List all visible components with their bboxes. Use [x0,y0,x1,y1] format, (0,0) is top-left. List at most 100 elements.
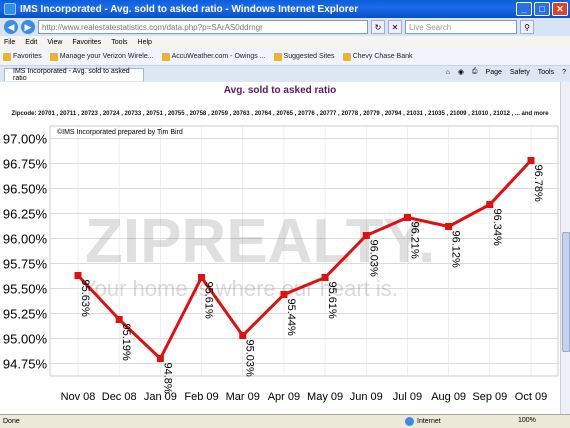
favorite-item-accuweather[interactable]: AccuWeather.com - Owings ... [161,52,266,61]
line-chart: ZIPREALTY. Your home is where our heart … [3,125,559,403]
status-bar: Done Internet 100% [0,414,570,428]
x-tick-label: Aug 09 [431,391,466,403]
page-icon [49,52,58,61]
data-label: 95.61% [326,282,338,320]
favorites-button[interactable]: Favorites [3,52,42,61]
forward-button[interactable]: ▶ [21,20,35,34]
command-bar: ⌂ ◉ ⎙ Page Safety Tools ? [446,68,566,76]
x-tick-label: Jun 09 [350,391,383,403]
safety-menu[interactable]: Safety [510,69,530,76]
window-title: IMS Incorporated - Avg. sold to asked ra… [20,3,359,15]
favorites-bar: Favorites Manage your Verizon Wirele... … [0,48,570,66]
menu-help[interactable]: Help [138,39,152,46]
menu-edit[interactable]: Edit [25,39,37,46]
favorite-item-verizon[interactable]: Manage your Verizon Wirele... [49,52,154,61]
data-label: 95.19% [120,324,132,362]
data-label: 95.63% [79,280,91,318]
data-point [74,272,82,279]
menu-tools[interactable]: Tools [111,39,127,46]
y-tick-label: 95.00% [3,332,48,347]
data-point [280,291,288,298]
x-tick-label: Mar 09 [226,391,260,403]
tab-label: IMS Incorporated - Avg. sold to asked ra… [13,67,130,82]
print-icon[interactable]: ⎙ [472,68,478,76]
menu-favorites[interactable]: Favorites [72,39,101,46]
data-label: 96.03% [367,240,379,278]
back-button[interactable]: ◀ [4,20,18,34]
page-content: Avg. sold to asked ratio Zipcode: 20701 … [0,82,560,414]
globe-icon [405,417,414,426]
page-menu[interactable]: Page [486,69,502,76]
x-tick-label: Apr 09 [268,391,300,403]
data-point [198,274,206,281]
search-input[interactable]: Live Search [405,20,517,34]
y-tick-label: 96.50% [3,182,48,197]
favorite-label: Chevy Chase Bank [352,53,413,60]
x-tick-label: May 09 [307,391,343,403]
data-point [239,332,247,339]
data-point [445,223,453,230]
address-bar: ◀ ▶ http://www.realestatestatistics.com/… [0,18,570,36]
scrollbar-thumb[interactable] [562,232,570,352]
data-label: 95.03% [244,340,256,378]
data-label: 96.12% [450,231,462,269]
zip-realty-watermark: ZIPREALTY. Your home is where our heart … [82,207,435,301]
data-point [156,355,164,362]
x-tick-label: Sep 09 [472,391,507,403]
search-icon[interactable]: ⚲ [520,20,534,34]
y-tick-label: 96.75% [3,157,48,172]
stop-button[interactable]: ✕ [388,20,402,34]
data-point [486,201,494,208]
y-tick-label: 95.25% [3,307,48,322]
vertical-scrollbar[interactable] [560,82,570,414]
menu-file[interactable]: File [4,39,15,46]
data-label: 96.78% [532,165,544,203]
tools-menu[interactable]: Tools [538,69,554,76]
x-tick-label: Oct 09 [515,391,547,403]
help-icon[interactable]: ? [562,69,566,76]
tab-bar: IMS Incorporated - Avg. sold to asked ra… [0,66,570,82]
favorites-label: Favorites [13,53,42,60]
favorite-label: AccuWeather.com - Owings ... [171,53,266,60]
close-button[interactable]: ✕ [552,2,568,16]
y-tick-label: 95.75% [3,257,48,272]
data-point [527,157,535,164]
url-field[interactable]: http://www.realestatestatistics.com/data… [38,20,368,34]
security-zone: Internet [405,417,441,426]
window-title-bar: IMS Incorporated - Avg. sold to asked ra… [0,0,570,18]
y-tick-label: 96.25% [3,207,48,222]
data-point [115,316,123,323]
data-point [321,274,329,281]
chart-credit: ©IMS Incorporated prepared by Tim Bird [57,128,183,136]
page-icon [161,52,170,61]
data-label: 95.44% [285,299,297,337]
watermark-brand: ZIPREALTY. [85,207,435,276]
ie-icon [4,3,16,15]
menu-view[interactable]: View [47,39,62,46]
favorite-item-chevy-chase[interactable]: Chevy Chase Bank [342,52,413,61]
minimize-button[interactable]: _ [516,2,532,16]
page-icon [273,52,282,61]
y-tick-label: 94.75% [3,357,48,372]
data-label: 96.34% [491,209,503,247]
data-label: 95.61% [203,282,215,320]
x-tick-label: Feb 09 [184,391,218,403]
feed-icon[interactable]: ◉ [458,68,464,76]
maximize-button[interactable]: □ [534,2,550,16]
page-title: Avg. sold to asked ratio [223,85,337,96]
data-point [403,214,411,221]
zoom-level[interactable]: 100% [518,417,536,424]
window-controls: _ □ ✕ [516,2,568,16]
zone-label: Internet [417,418,441,425]
zipcode-list: Zipcode: 20701 , 20711 , 20723 , 20724 ,… [11,111,549,117]
tab-ims[interactable]: IMS Incorporated - Avg. sold to asked ra… [4,67,144,82]
y-tick-label: 95.50% [3,282,48,297]
y-tick-label: 96.00% [3,232,48,247]
favorite-item-suggested-sites[interactable]: Suggested Sites [273,52,335,61]
x-tick-label: Nov 08 [61,391,96,403]
home-icon[interactable]: ⌂ [446,69,450,76]
refresh-button[interactable]: ↻ [371,20,385,34]
favorite-label: Manage your Verizon Wirele... [59,53,154,60]
watermark-tagline: Your home is where our heart is. [82,276,398,301]
data-point [362,232,370,239]
